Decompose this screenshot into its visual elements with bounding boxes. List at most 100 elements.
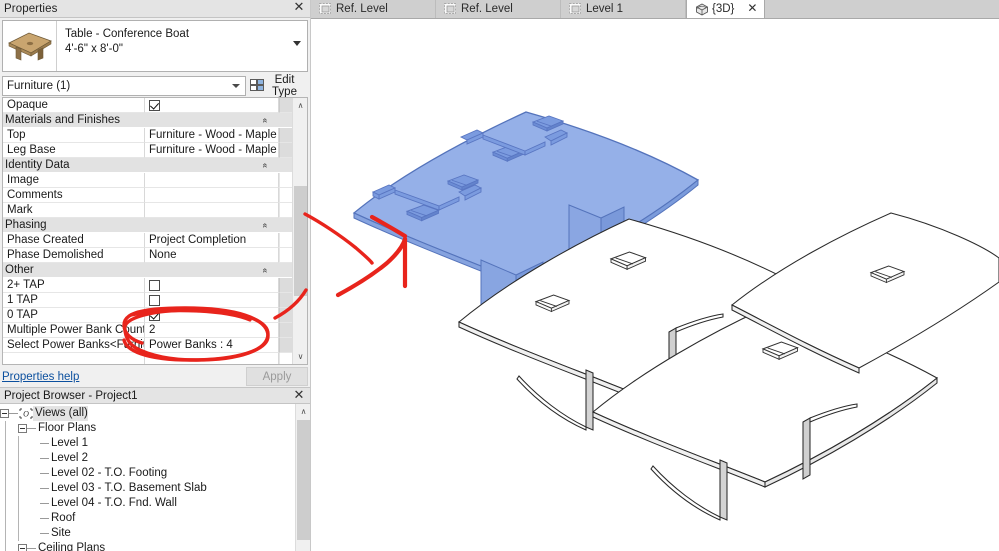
tree-node[interactable]: Level 1 xyxy=(0,436,295,451)
close-icon[interactable]: ✕ xyxy=(292,389,306,403)
property-value[interactable] xyxy=(145,293,279,308)
property-row[interactable]: Top Furniture - Wood - Maple xyxy=(3,128,293,143)
collapse-group-icon[interactable]: « xyxy=(258,160,273,172)
property-value[interactable] xyxy=(145,353,279,364)
property-row[interactable]: Phase Demolished None xyxy=(3,248,293,263)
collapse-group-icon[interactable]: « xyxy=(258,265,273,277)
collapse-icon[interactable] xyxy=(0,409,9,418)
collapse-group-icon[interactable]: « xyxy=(258,115,273,127)
3d-model-canvas[interactable] xyxy=(311,20,999,551)
tree-node[interactable]: Ceiling Plans xyxy=(0,541,295,551)
properties-footer: Properties help Apply xyxy=(0,367,310,387)
property-row[interactable] xyxy=(3,353,293,364)
tree-node[interactable]: Floor Plans xyxy=(0,421,295,436)
close-icon[interactable]: ✕ xyxy=(292,1,306,15)
tree-node-views-all[interactable]: O Views (all) xyxy=(0,406,295,421)
property-row[interactable]: Comments xyxy=(3,188,293,203)
property-checkbox[interactable] xyxy=(149,294,160,306)
property-row[interactable]: Multiple Power Bank Count 2 xyxy=(3,323,293,338)
category-filter-combo[interactable]: Furniture (1) xyxy=(2,76,246,96)
property-name: Phase Demolished xyxy=(3,248,145,263)
property-checkbox[interactable] xyxy=(149,309,160,321)
tree-guide-line xyxy=(18,436,19,451)
property-name: Image xyxy=(3,173,145,188)
property-row-gutter xyxy=(279,308,293,323)
project-browser-scrollbar[interactable]: ∧ xyxy=(295,404,310,551)
tree-node[interactable]: Site xyxy=(0,526,295,541)
property-row[interactable]: 0 TAP xyxy=(3,308,293,323)
property-checkbox[interactable] xyxy=(149,99,160,111)
property-value[interactable] xyxy=(145,188,279,203)
tree-node-label: Level 02 - T.O. Footing xyxy=(51,467,168,479)
tree-guide-line xyxy=(5,541,6,551)
property-row[interactable]: Leg Base Furniture - Wood - Maple xyxy=(3,143,293,158)
view-tab-level1[interactable]: Level 1 xyxy=(561,0,686,18)
property-checkbox[interactable] xyxy=(149,279,160,291)
property-value[interactable]: Furniture - Wood - Maple xyxy=(145,143,279,158)
apply-button[interactable]: Apply xyxy=(246,367,308,386)
property-value-text: 2 xyxy=(149,323,156,336)
property-value[interactable] xyxy=(145,98,279,113)
tree-node[interactable]: Level 02 - T.O. Footing xyxy=(0,466,295,481)
close-icon[interactable]: ✕ xyxy=(747,1,757,15)
property-row[interactable]: Select Power Banks<Furniture> Power Banks… xyxy=(3,338,293,353)
property-value[interactable] xyxy=(145,308,279,323)
edit-type-button[interactable]: Edit Type xyxy=(246,74,308,98)
property-value[interactable] xyxy=(145,203,279,218)
tree-node[interactable]: Level 03 - T.O. Basement Slab xyxy=(0,481,295,496)
property-value[interactable]: Furniture - Wood - Maple xyxy=(145,128,279,143)
scroll-down-icon[interactable]: ∨ xyxy=(293,349,307,364)
annotation-arrow xyxy=(335,214,408,298)
tree-guide-line xyxy=(18,511,19,526)
property-group-header[interactable]: Phasing « xyxy=(3,218,293,233)
scrollbar-thumb[interactable] xyxy=(297,420,310,540)
properties-help-link[interactable]: Properties help xyxy=(2,371,79,383)
tree-connector xyxy=(40,533,49,534)
scroll-up-icon[interactable]: ∧ xyxy=(293,98,307,113)
chevron-down-icon[interactable] xyxy=(293,41,301,46)
property-name: Leg Base xyxy=(3,143,145,158)
property-row-gutter xyxy=(279,233,293,248)
tree-node[interactable]: Level 2 xyxy=(0,451,295,466)
property-group-header[interactable]: Materials and Finishes « xyxy=(3,113,293,128)
property-group-header[interactable]: Other « xyxy=(3,263,293,278)
property-row[interactable]: Mark xyxy=(3,203,293,218)
property-row[interactable]: Phase Created Project Completion xyxy=(3,233,293,248)
tree-node[interactable]: Level 04 - T.O. Fnd. Wall xyxy=(0,496,295,511)
view-tab-3d[interactable]: {3D} ✕ xyxy=(686,0,766,18)
chevron-down-icon[interactable] xyxy=(232,84,240,88)
view-tab-reflevel[interactable]: Ref. Level xyxy=(311,0,436,18)
property-row[interactable]: Opaque xyxy=(3,98,293,113)
property-value[interactable]: Project Completion xyxy=(145,233,279,248)
property-row[interactable]: 1 TAP xyxy=(3,293,293,308)
property-row-gutter xyxy=(279,323,293,338)
property-value[interactable]: None xyxy=(145,248,279,263)
property-name: Mark xyxy=(3,203,145,218)
properties-scrollbar[interactable]: ∧ ∨ xyxy=(292,98,307,364)
property-value[interactable] xyxy=(145,173,279,188)
tree-node-label: Level 1 xyxy=(51,437,89,449)
property-row[interactable]: 2+ TAP xyxy=(3,278,293,293)
type-selector[interactable]: Table - Conference Boat 4'-6" x 8'-0" xyxy=(2,20,308,72)
property-group-header[interactable]: Identity Data « xyxy=(3,158,293,173)
property-row[interactable]: Image xyxy=(3,173,293,188)
tree-guide-line xyxy=(5,436,6,451)
property-value[interactable]: Power Banks : 4 xyxy=(145,338,279,353)
tree-indent xyxy=(0,541,18,551)
collapse-icon[interactable] xyxy=(18,424,27,433)
scroll-up-icon[interactable]: ∧ xyxy=(296,404,310,419)
tree-node[interactable]: Roof xyxy=(0,511,295,526)
collapse-group-icon[interactable]: « xyxy=(258,220,273,232)
view-tab-reflevel[interactable]: Ref. Level xyxy=(436,0,561,18)
tree-guide-line xyxy=(5,511,6,526)
property-value[interactable]: 2 xyxy=(145,323,279,338)
tree-connector xyxy=(40,473,49,474)
collapse-icon[interactable] xyxy=(18,544,27,551)
property-value[interactable] xyxy=(145,278,279,293)
tree-node-label: Level 2 xyxy=(51,452,89,464)
scrollbar-thumb[interactable] xyxy=(294,186,307,296)
3d-view-icon xyxy=(695,2,708,16)
properties-titlebar: Properties ✕ xyxy=(0,0,310,18)
